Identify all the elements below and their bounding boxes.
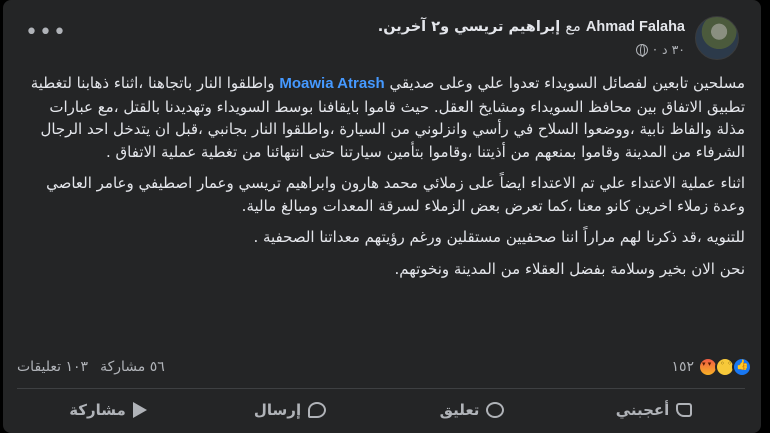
- comment-icon: [486, 402, 505, 418]
- post-stats: ٥٦ مشاركة ١٠٣ تعليقات ١٥٢: [17, 354, 752, 380]
- paragraph-4: نحن الان بخير وسلامة بفضل العقلاء من الم…: [394, 259, 745, 278]
- comment-label: تعليق: [439, 401, 480, 419]
- send-button[interactable]: إرسال: [199, 393, 381, 427]
- comment-button[interactable]: تعليق: [381, 393, 563, 427]
- post-card: Ahmad Falaha مع إبراهيم تريسي و٢ آخرين. …: [3, 0, 761, 433]
- paragraph-3: للتنويه ،قد ذكرنا لهم مراراً اننا صحفيين…: [253, 228, 745, 246]
- post-title: Ahmad Falaha مع إبراهيم تريسي و٢ آخرين.: [378, 19, 685, 35]
- reactions-count[interactable]: ١٥٢: [671, 359, 694, 375]
- send-label: إرسال: [253, 401, 302, 419]
- post-header: Ahmad Falaha مع إبراهيم تريسي و٢ آخرين. …: [25, 14, 739, 64]
- thumbs-up-icon: [676, 403, 693, 417]
- engagement-counts: ٥٦ مشاركة ١٠٣ تعليقات: [17, 359, 165, 375]
- divider: [17, 388, 745, 389]
- comments-count[interactable]: ١٠٣ تعليقات: [17, 359, 88, 375]
- tagged-name[interactable]: إبراهيم تريسي: [454, 19, 560, 35]
- post-body: مسلحين تابعين لفصائل السويداء تعدوا علي …: [17, 72, 745, 289]
- share-button[interactable]: مشاركة: [17, 393, 199, 427]
- globe-icon: [636, 43, 649, 57]
- paragraph-1: مسلحين تابعين لفصائل السويداء تعدوا علي …: [17, 72, 745, 163]
- with-word: مع: [565, 19, 581, 35]
- paragraph-2: اثناء عملية الاعتداء علي تم الاعتداء ايض…: [46, 174, 745, 215]
- like-reaction-icon: [732, 357, 752, 377]
- post-meta: ٣٠ د ·: [636, 42, 685, 57]
- post-time[interactable]: ٣٠ د: [662, 42, 685, 57]
- and-others[interactable]: و٢ آخرين.: [378, 19, 449, 35]
- like-button[interactable]: أعجبني: [563, 393, 745, 427]
- like-label: أعجبني: [615, 401, 670, 419]
- share-arrow-icon: [132, 402, 147, 418]
- author-name[interactable]: Ahmad Falaha: [586, 19, 685, 35]
- avatar[interactable]: [695, 16, 739, 60]
- reactions-summary[interactable]: ١٥٢: [659, 357, 752, 377]
- share-label: مشاركة: [69, 401, 126, 419]
- post-actions: أعجبني تعليق إرسال مشاركة: [17, 392, 745, 428]
- paragraph-1-start: مسلحين تابعين لفصائل السويداء تعدوا علي …: [384, 74, 745, 92]
- separator-dot: ·: [653, 42, 658, 57]
- messenger-icon: [308, 402, 327, 418]
- shares-count[interactable]: ٥٦ مشاركة: [100, 359, 165, 375]
- more-options-icon[interactable]: •••: [25, 22, 66, 52]
- mention-link[interactable]: Moawia Atrash: [279, 75, 384, 92]
